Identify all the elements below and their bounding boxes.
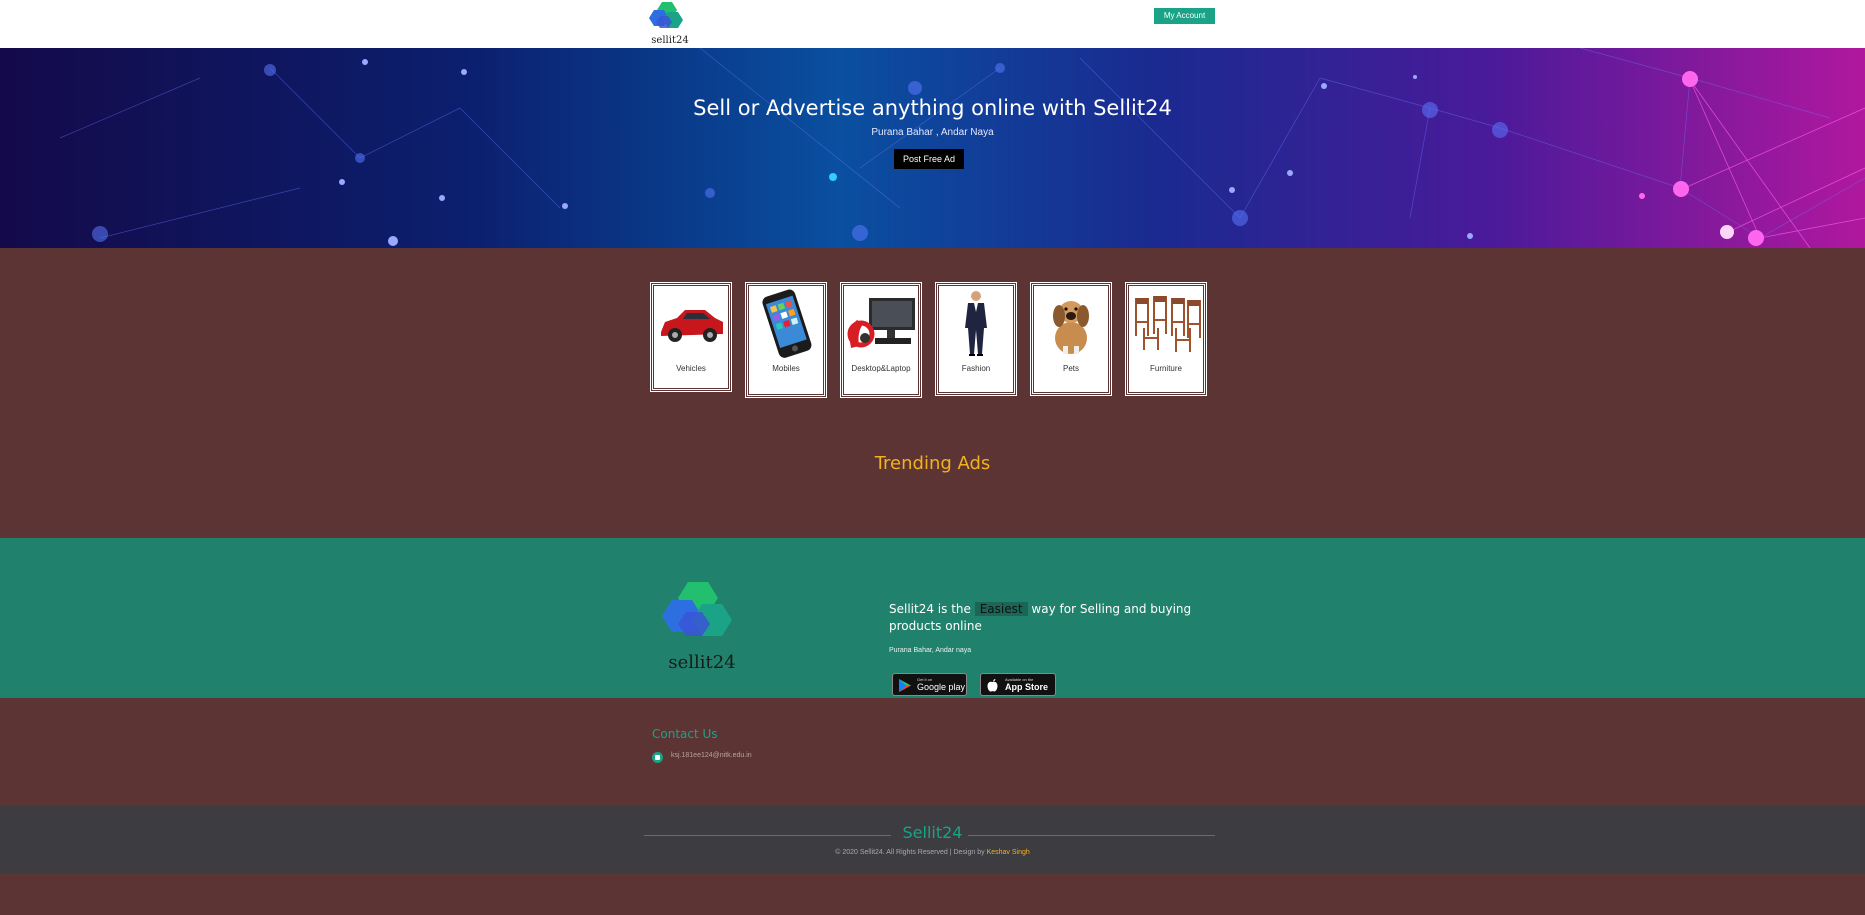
logo-text: sellit24 (651, 35, 689, 46)
logo-cubes-icon (662, 582, 732, 636)
trending-ads-heading: Trending Ads (874, 453, 991, 474)
category-card-mobiles[interactable]: Mobiles (745, 282, 827, 398)
phone-image (762, 289, 812, 358)
site-footer: Sellit24 © 2020 Sellit24. All Rights Res… (0, 805, 1865, 873)
copyright-label: © 2020 Sellit24. All Rights Reserved | D… (835, 849, 985, 856)
contact-email-link[interactable]: ksj.181ee124@nitk.edu.in (671, 752, 752, 759)
category-label: Pets (1062, 364, 1079, 373)
band-logo-text: sellit24 (668, 652, 736, 673)
app-store-big-text: App Store (1005, 682, 1049, 692)
category-label: Vehicles (676, 364, 706, 373)
tagline-before: Sellit24 is the (889, 602, 971, 616)
contact-us-heading: Contact Us (652, 727, 718, 741)
category-card-desktop-laptop[interactable]: Desktop&Laptop (840, 282, 922, 398)
car-image (661, 310, 723, 342)
hero-subtitle: Purana Bahar , Andar Naya (871, 127, 994, 138)
dog-image (1053, 301, 1089, 354)
hero-banner: Sell or Advertise anything online with S… (0, 48, 1865, 248)
site-header: sellit24 My Account (0, 0, 1865, 48)
apple-icon (987, 679, 998, 692)
google-play-big-text: Google play (917, 682, 966, 692)
category-label: Desktop&Laptop (851, 364, 911, 373)
category-card-pets[interactable]: Pets (1030, 282, 1112, 396)
suit-image (965, 291, 987, 356)
mail-icon (652, 752, 663, 763)
footer-brand: Sellit24 (902, 823, 963, 842)
google-play-badge[interactable]: Get it on Google play (892, 673, 967, 696)
chairs-image (1135, 296, 1201, 352)
app-store-badge[interactable]: Available on the App Store (980, 673, 1056, 696)
my-account-button[interactable]: My Account (1154, 8, 1215, 24)
hero-title: Sell or Advertise anything online with S… (693, 96, 1172, 120)
category-card-vehicles[interactable]: Vehicles (650, 282, 732, 392)
copyright-text: © 2020 Sellit24. All Rights Reserved | D… (0, 849, 1865, 856)
logo-cubes-icon (649, 2, 683, 28)
tagline: Sellit24 is the Easiest way for Selling … (889, 601, 1209, 635)
author-link[interactable]: Keshav Singh (987, 849, 1030, 856)
category-card-fashion[interactable]: Fashion (935, 282, 1017, 396)
desktop-image (847, 298, 915, 348)
category-label: Furniture (1149, 364, 1182, 373)
band-address: Purana Bahar, Andar naya (889, 647, 972, 654)
category-label: Fashion (961, 364, 991, 373)
site-logo[interactable]: sellit24 (648, 0, 692, 48)
category-card-furniture[interactable]: Furniture (1125, 282, 1207, 396)
tagline-highlight: Easiest (974, 602, 1028, 616)
network-background-image (59, 48, 1865, 248)
category-label: Mobiles (772, 364, 800, 373)
post-free-ad-button[interactable]: Post Free Ad (894, 149, 964, 169)
google-play-icon (899, 679, 911, 692)
